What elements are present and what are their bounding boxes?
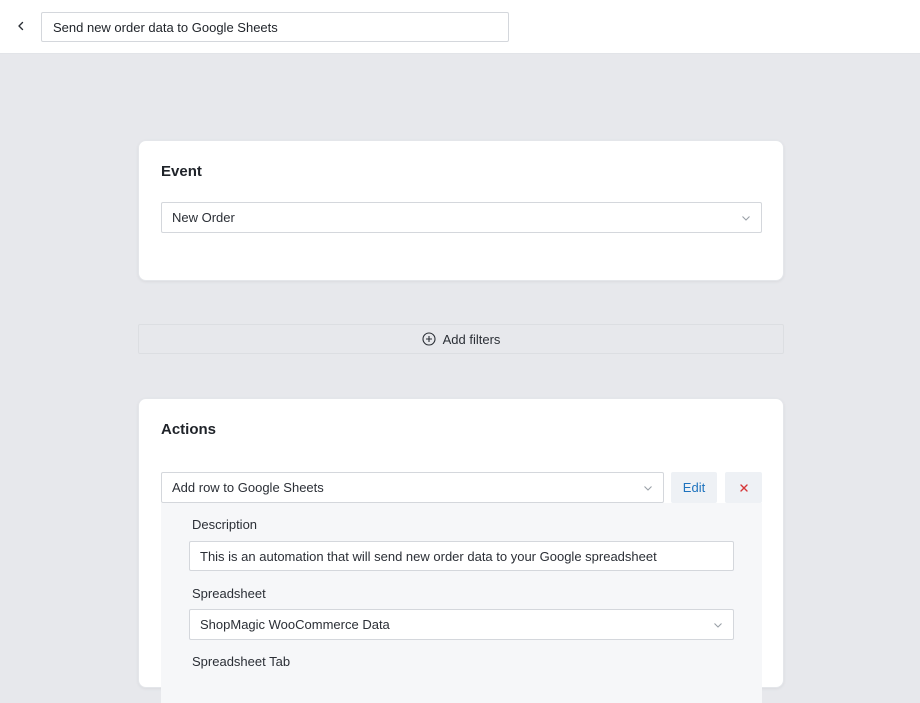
chevron-left-icon — [18, 21, 24, 31]
add-filters-label: Add filters — [442, 331, 501, 347]
back-button[interactable] — [12, 17, 30, 35]
event-card: Event New Order — [138, 140, 784, 281]
actions-card-title: Actions — [161, 421, 217, 438]
event-select[interactable]: New Order — [161, 202, 762, 233]
spreadsheet-label: Spreadsheet — [192, 586, 266, 601]
action-select-value: Add row to Google Sheets — [172, 480, 324, 495]
close-icon — [739, 483, 748, 492]
chevron-down-icon — [714, 623, 722, 628]
chevron-down-icon — [742, 216, 750, 221]
add-filters-button[interactable]: Add filters — [138, 324, 784, 354]
plus-circle-icon — [422, 332, 436, 346]
event-select-value: New Order — [172, 210, 235, 225]
edit-action-button[interactable]: Edit — [671, 472, 717, 503]
action-settings-panel: Description Spreadsheet ShopMagic WooCom… — [161, 503, 762, 703]
description-input[interactable] — [189, 541, 734, 571]
description-label: Description — [192, 517, 258, 532]
spreadsheet-tab-label: Spreadsheet Tab — [192, 654, 291, 669]
event-card-title: Event — [161, 163, 202, 180]
actions-card: Actions Add row to Google Sheets Edit De… — [138, 398, 784, 703]
spreadsheet-select-value: ShopMagic WooCommerce Data — [200, 617, 390, 632]
automation-title-input[interactable] — [41, 12, 509, 42]
chevron-down-icon — [644, 486, 652, 491]
top-bar — [0, 0, 920, 54]
action-select[interactable]: Add row to Google Sheets — [161, 472, 664, 503]
remove-action-button[interactable] — [725, 472, 762, 503]
spreadsheet-select[interactable]: ShopMagic WooCommerce Data — [189, 609, 734, 640]
